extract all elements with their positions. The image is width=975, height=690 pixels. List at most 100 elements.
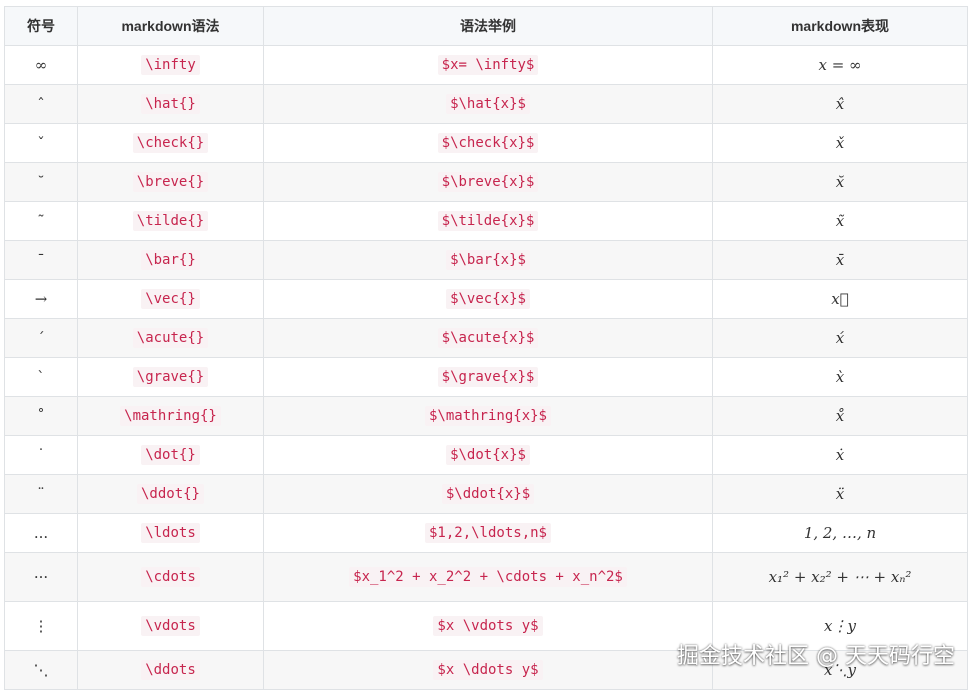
symbol-cell: ´ bbox=[4, 318, 78, 358]
symbol-cell: ˘ bbox=[4, 162, 78, 202]
symbol-cell: ˙ bbox=[4, 435, 78, 475]
syntax-cell: \dot{} bbox=[77, 435, 264, 475]
symbol-cell: ¨ bbox=[4, 474, 78, 514]
example-code: $1,2,\ldots,n$ bbox=[424, 523, 551, 543]
syntax-code: \mathring{} bbox=[120, 406, 221, 426]
header-symbol: 符号 bbox=[4, 6, 78, 46]
table-row: ˚ \mathring{} $\mathring{x}$ x̊ bbox=[4, 396, 968, 436]
syntax-code: \hat{} bbox=[141, 94, 200, 114]
syntax-code: \ldots bbox=[141, 523, 200, 543]
render-cell: x = ∞ bbox=[712, 45, 968, 85]
symbol-cell: → bbox=[4, 279, 78, 319]
symbol-cell: ⋱ bbox=[4, 650, 78, 690]
symbol-glyph: ∞ bbox=[34, 55, 48, 74]
render-cell: x̌ bbox=[712, 123, 968, 163]
symbol-glyph: ` bbox=[37, 367, 45, 386]
rendered-math: 1, 2, …, n bbox=[803, 523, 877, 542]
example-code: $x= \infty$ bbox=[437, 55, 539, 75]
example-cell: $\bar{x}$ bbox=[263, 240, 713, 280]
syntax-code: \grave{} bbox=[132, 367, 209, 387]
syntax-cell: \vdots bbox=[77, 601, 264, 651]
example-code: $\mathring{x}$ bbox=[424, 406, 551, 426]
render-cell: ẍ bbox=[712, 474, 968, 514]
header-syntax: markdown语法 bbox=[77, 6, 264, 46]
symbol-glyph: ⋱ bbox=[33, 660, 49, 679]
syntax-cell: \ldots bbox=[77, 513, 264, 553]
example-code: $\breve{x}$ bbox=[437, 172, 539, 192]
example-code: $x \vdots y$ bbox=[433, 616, 543, 636]
example-cell: $x= \infty$ bbox=[263, 45, 713, 85]
rendered-math: x̆ bbox=[835, 172, 845, 191]
example-code: $\dot{x}$ bbox=[446, 445, 530, 465]
syntax-cell: \vec{} bbox=[77, 279, 264, 319]
table-row: ˘ \breve{} $\breve{x}$ x̆ bbox=[4, 162, 968, 202]
example-cell: $\grave{x}$ bbox=[263, 357, 713, 397]
header-render: markdown表现 bbox=[712, 6, 968, 46]
symbol-cell: ` bbox=[4, 357, 78, 397]
symbol-glyph: ⋮ bbox=[33, 616, 49, 635]
syntax-cell: \bar{} bbox=[77, 240, 264, 280]
symbol-glyph: ˇ bbox=[37, 133, 45, 152]
example-cell: $\vec{x}$ bbox=[263, 279, 713, 319]
example-cell: $\breve{x}$ bbox=[263, 162, 713, 202]
table-row: ... \ldots $1,2,\ldots,n$ 1, 2, …, n bbox=[4, 513, 968, 553]
table-row: ˙ \dot{} $\dot{x}$ ẋ bbox=[4, 435, 968, 475]
render-cell: x́ bbox=[712, 318, 968, 358]
symbol-glyph: ¯ bbox=[37, 250, 45, 269]
symbol-cell: ˚ bbox=[4, 396, 78, 436]
table-row: ¨ \ddot{} $\ddot{x}$ ẍ bbox=[4, 474, 968, 514]
render-cell: 1, 2, …, n bbox=[712, 513, 968, 553]
syntax-cell: \ddot{} bbox=[77, 474, 264, 514]
symbol-cell: ∞ bbox=[4, 45, 78, 85]
rendered-math: x̃ bbox=[835, 211, 845, 230]
page: 符号 markdown语法 语法举例 markdown表现 ∞ \infty $x=… bbox=[0, 0, 975, 690]
example-code: $x \ddots y$ bbox=[433, 660, 543, 680]
example-cell: $\hat{x}$ bbox=[263, 84, 713, 124]
rendered-math: x̊ bbox=[835, 406, 845, 425]
syntax-code: \ddots bbox=[141, 660, 200, 680]
symbol-cell: ˜ bbox=[4, 201, 78, 241]
render-cell: x̃ bbox=[712, 201, 968, 241]
symbol-cell: ··· bbox=[4, 552, 78, 602]
render-cell: x₁² + x₂² + ⋯ + xₙ² bbox=[712, 552, 968, 602]
example-cell: $\check{x}$ bbox=[263, 123, 713, 163]
syntax-cell: \acute{} bbox=[77, 318, 264, 358]
table-row: → \vec{} $\vec{x}$ x⃗ bbox=[4, 279, 968, 319]
symbol-glyph: ˜ bbox=[37, 211, 45, 230]
symbol-cell: ¯ bbox=[4, 240, 78, 280]
render-cell: x̂ bbox=[712, 84, 968, 124]
syntax-cell: \grave{} bbox=[77, 357, 264, 397]
table-row: ˜ \tilde{} $\tilde{x}$ x̃ bbox=[4, 201, 968, 241]
render-cell: x̀ bbox=[712, 357, 968, 397]
header-example: 语法举例 bbox=[263, 6, 713, 46]
example-cell: $x_1^2 + x_2^2 + \cdots + x_n^2$ bbox=[263, 552, 713, 602]
syntax-code: \ddot{} bbox=[136, 484, 204, 504]
table-row: ¯ \bar{} $\bar{x}$ x̄ bbox=[4, 240, 968, 280]
rendered-math: x₁² + x₂² + ⋯ + xₙ² bbox=[768, 567, 912, 586]
watermark: 掘金技术社区 @ 天天码行空 bbox=[677, 644, 955, 669]
example-cell: $1,2,\ldots,n$ bbox=[263, 513, 713, 553]
rendered-math: ẋ bbox=[835, 445, 845, 464]
example-code: $\check{x}$ bbox=[437, 133, 539, 153]
syntax-cell: \check{} bbox=[77, 123, 264, 163]
render-cell: x̄ bbox=[712, 240, 968, 280]
syntax-cell: \infty bbox=[77, 45, 264, 85]
example-code: $\hat{x}$ bbox=[446, 94, 530, 114]
symbol-cell: ˇ bbox=[4, 123, 78, 163]
symbol-cell: ˆ bbox=[4, 84, 78, 124]
syntax-code: \vdots bbox=[141, 616, 200, 636]
table-row: ´ \acute{} $\acute{x}$ x́ bbox=[4, 318, 968, 358]
table-row: ˆ \hat{} $\hat{x}$ x̂ bbox=[4, 84, 968, 124]
render-cell: x̆ bbox=[712, 162, 968, 202]
rendered-math: x̂ bbox=[835, 94, 845, 113]
example-code: $\acute{x}$ bbox=[437, 328, 539, 348]
symbol-glyph: ˘ bbox=[37, 172, 45, 191]
symbol-glyph: ˚ bbox=[37, 406, 45, 425]
symbol-glyph: ... bbox=[33, 523, 49, 542]
example-cell: $\ddot{x}$ bbox=[263, 474, 713, 514]
table-body: ∞ \infty $x= \infty$ x = ∞ ˆ \hat{} $\hat{x}$ x… bbox=[4, 45, 968, 690]
syntax-cell: \cdots bbox=[77, 552, 264, 602]
rendered-math: ẍ bbox=[835, 484, 845, 503]
example-code: $\ddot{x}$ bbox=[441, 484, 535, 504]
syntax-cell: \tilde{} bbox=[77, 201, 264, 241]
